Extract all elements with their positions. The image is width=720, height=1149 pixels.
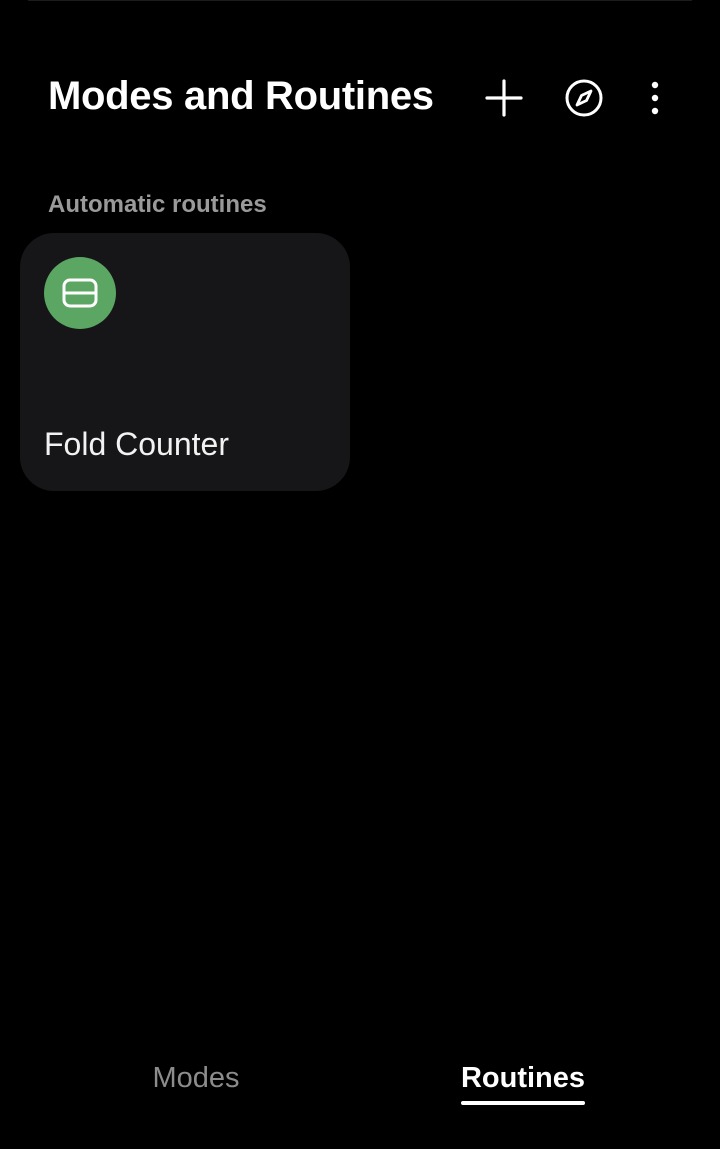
discover-button[interactable] — [554, 68, 614, 128]
fold-phone-icon — [62, 278, 98, 308]
compass-icon — [565, 79, 603, 117]
add-routine-button[interactable] — [474, 68, 534, 128]
tab-routines[interactable]: Routines — [423, 1062, 623, 1112]
page-title: Modes and Routines — [48, 74, 434, 118]
status-divider — [28, 0, 692, 1]
tab-modes-label: Modes — [152, 1062, 240, 1094]
routine-card-fold-counter[interactable]: Fold Counter — [20, 233, 350, 491]
tab-modes[interactable]: Modes — [96, 1062, 296, 1112]
more-vertical-icon — [651, 81, 659, 115]
routine-icon — [44, 257, 116, 329]
bottom-navigation: Modes Routines — [0, 1050, 720, 1120]
plus-icon — [485, 79, 523, 117]
tab-routines-label: Routines — [460, 1062, 586, 1094]
more-options-button[interactable] — [625, 68, 685, 128]
tab-routines-label-wrap: Routines — [460, 1062, 586, 1105]
routine-name: Fold Counter — [44, 426, 229, 462]
section-header-automatic-routines: Automatic routines — [48, 191, 267, 218]
selected-tab-indicator — [460, 1101, 586, 1105]
app-bar: Modes and Routines — [0, 60, 720, 136]
